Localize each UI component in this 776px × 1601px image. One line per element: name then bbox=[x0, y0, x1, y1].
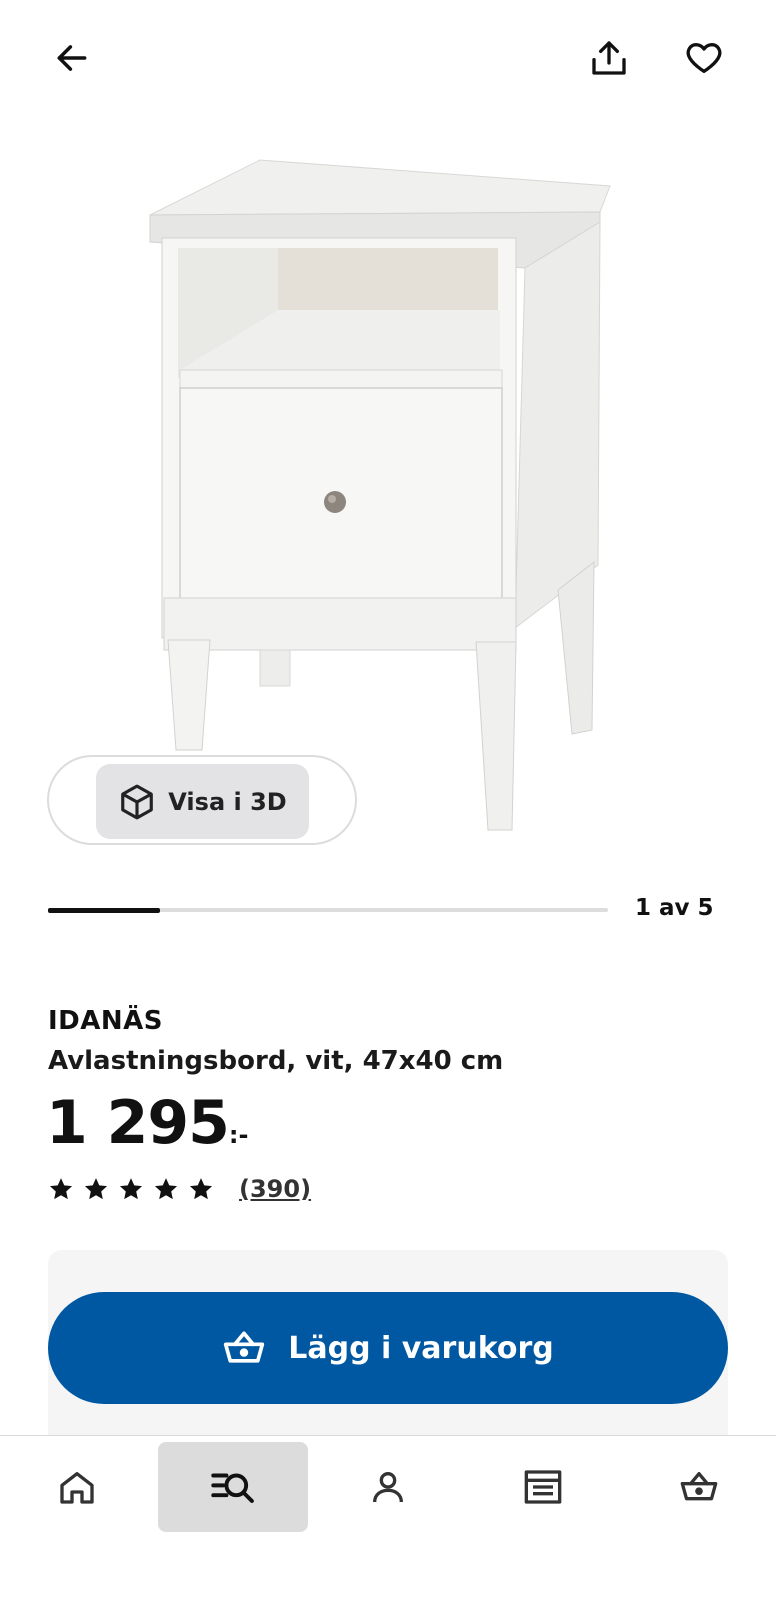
share-button[interactable] bbox=[585, 34, 633, 82]
product-name[interactable]: IDANÄS bbox=[48, 1006, 163, 1036]
back-button[interactable] bbox=[48, 34, 96, 82]
product-price: 1 295 :- bbox=[46, 1088, 248, 1158]
share-icon bbox=[592, 41, 626, 75]
price-suffix: :- bbox=[228, 1121, 249, 1149]
view-3d-label: Visa i 3D bbox=[168, 787, 287, 816]
price-amount: 1 295 bbox=[46, 1088, 230, 1158]
nav-basket[interactable] bbox=[624, 1442, 774, 1532]
product-image[interactable] bbox=[140, 150, 640, 850]
product-description: Avlastningsbord, vit, 47x40 cm bbox=[48, 1046, 504, 1076]
add-to-cart-button[interactable]: Lägg i varukorg bbox=[48, 1292, 728, 1404]
view-3d-button[interactable]: Visa i 3D bbox=[96, 764, 309, 839]
gallery-progress-fill bbox=[48, 907, 160, 913]
store-icon bbox=[524, 1470, 562, 1504]
star-icon bbox=[154, 1178, 178, 1200]
basket-icon bbox=[224, 1331, 265, 1363]
review-count-link[interactable]: (390) bbox=[239, 1175, 311, 1203]
nav-profile[interactable] bbox=[313, 1442, 463, 1532]
star-icon bbox=[119, 1178, 143, 1200]
bottom-navigation bbox=[0, 1435, 776, 1601]
home-icon bbox=[60, 1472, 94, 1504]
search-list-icon bbox=[211, 1473, 254, 1503]
cube-icon bbox=[121, 784, 154, 819]
gallery-progress-bar bbox=[48, 907, 608, 913]
view-3d-container: Visa i 3D bbox=[47, 755, 357, 845]
arrow-left-icon bbox=[57, 45, 87, 71]
nav-store[interactable] bbox=[468, 1442, 618, 1532]
star-icon bbox=[49, 1178, 73, 1200]
gallery-position-label: 1 av 5 bbox=[635, 895, 714, 921]
rating-stars bbox=[48, 1176, 214, 1202]
add-to-cart-label: Lägg i varukorg bbox=[288, 1330, 554, 1366]
basket-icon bbox=[680, 1472, 718, 1501]
person-icon bbox=[373, 1472, 403, 1503]
star-icon bbox=[189, 1178, 213, 1200]
nav-search[interactable] bbox=[158, 1442, 308, 1532]
product-rating[interactable]: (390) bbox=[48, 1175, 311, 1203]
favorite-button[interactable] bbox=[680, 34, 728, 82]
heart-icon bbox=[686, 43, 722, 74]
star-icon bbox=[84, 1178, 108, 1200]
nav-home[interactable] bbox=[2, 1442, 152, 1532]
